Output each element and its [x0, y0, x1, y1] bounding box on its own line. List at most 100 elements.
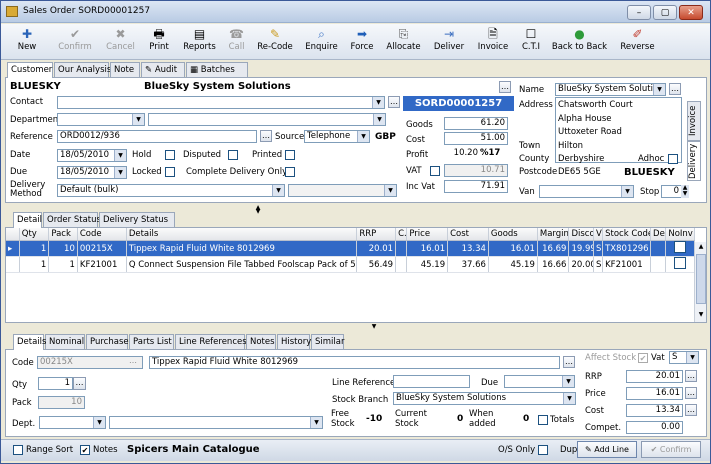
- tab-similar[interactable]: Similar: [311, 334, 344, 349]
- code-input[interactable]: 00215X: [37, 356, 143, 369]
- tab-history[interactable]: History: [277, 334, 311, 349]
- scroll-thumb[interactable]: [696, 254, 706, 304]
- printed-checkbox[interactable]: [285, 150, 295, 160]
- tab-notes[interactable]: Notes: [246, 334, 276, 349]
- scroll-down-icon[interactable]: ▼: [696, 310, 706, 320]
- reports-button[interactable]: ▤ Reports: [178, 26, 221, 58]
- column-header[interactable]: NoInv: [665, 228, 695, 241]
- scroll-up-icon[interactable]: ▲: [696, 242, 706, 252]
- splitter2-collapse-down[interactable]: ▼: [367, 323, 381, 330]
- notes-checkbox[interactable]: ✔: [80, 445, 90, 455]
- compet-input[interactable]: 0.00: [626, 421, 683, 434]
- deliver-button[interactable]: ⇥ Deliver: [428, 26, 470, 58]
- tab-batches[interactable]: ▦ Batches: [186, 62, 248, 77]
- column-header[interactable]: Cost: [447, 228, 489, 241]
- price-lookup-button[interactable]: …: [685, 387, 697, 399]
- qty-lookup-button[interactable]: …: [73, 377, 86, 390]
- splitter-collapse-down[interactable]: ▼: [251, 208, 265, 215]
- department-sub-dropdown[interactable]: ▼: [148, 113, 386, 126]
- due-date-picker[interactable]: 18/05/2010 ▼: [57, 166, 127, 179]
- reverse-button[interactable]: ✐ Reverse: [613, 26, 662, 58]
- noinv-checkbox[interactable]: [674, 241, 687, 253]
- cost-input[interactable]: 13.34: [626, 404, 683, 417]
- tab-note[interactable]: Note: [110, 62, 140, 77]
- force-button[interactable]: ➡ Force: [345, 26, 379, 58]
- address-name-dropdown[interactable]: BlueSky System Solution ▼: [555, 83, 666, 96]
- totals-checkbox[interactable]: [538, 415, 548, 425]
- column-header[interactable]: Pack: [48, 228, 78, 241]
- tab-detail[interactable]: Detail: [13, 212, 42, 228]
- new-button[interactable]: ✚ New: [5, 26, 49, 58]
- allocate-button[interactable]: ⎘ Allocate: [381, 26, 426, 58]
- re-code-button[interactable]: ✎ Re-Code: [252, 26, 298, 58]
- lines-scrollbar[interactable]: ▲ ▼: [694, 242, 706, 322]
- tab-delivery-status[interactable]: Delivery Status: [99, 212, 175, 227]
- column-header[interactable]: De: [650, 228, 667, 241]
- add-line-button[interactable]: ✎ Add Line: [577, 441, 637, 458]
- confirm-line-button[interactable]: ✔ Confirm: [641, 441, 701, 458]
- delivery-method-dropdown[interactable]: Default (bulk) ▼: [57, 184, 285, 197]
- delivery-option-dropdown[interactable]: ▼: [288, 184, 397, 197]
- department-dropdown[interactable]: ▼: [57, 113, 145, 126]
- stop-spin-arrows[interactable]: ▲ ▼: [681, 185, 689, 198]
- column-header[interactable]: Qty: [19, 228, 50, 241]
- tab-line-references[interactable]: Line References: [175, 334, 247, 349]
- range-sort-checkbox[interactable]: [13, 445, 23, 455]
- close-icon[interactable]: ✕: [679, 5, 703, 20]
- vat-checkbox[interactable]: [430, 166, 440, 176]
- tab-details[interactable]: Details: [13, 334, 46, 350]
- address-lookup-button[interactable]: …: [669, 83, 681, 95]
- tab-audit[interactable]: ✎ Audit: [141, 62, 185, 77]
- qty-input[interactable]: 1: [38, 377, 73, 390]
- column-header[interactable]: Stock Code: [602, 228, 652, 241]
- tab-parts-list[interactable]: Parts List: [129, 334, 174, 349]
- cancel-button[interactable]: ✖ Cancel: [101, 26, 140, 58]
- rrp-input[interactable]: 20.01: [626, 370, 683, 383]
- column-header[interactable]: Code: [77, 228, 127, 241]
- column-header[interactable]: Price: [406, 228, 449, 241]
- tab-nominal[interactable]: Nominal: [45, 334, 85, 349]
- code-lookup-icon[interactable]: …: [129, 356, 142, 369]
- rrp-lookup-button[interactable]: …: [685, 370, 697, 382]
- complete-delivery-checkbox[interactable]: [285, 167, 295, 177]
- row-selector[interactable]: [6, 256, 20, 273]
- column-header[interactable]: Details: [126, 228, 358, 241]
- description-lookup-button[interactable]: …: [563, 356, 575, 368]
- line-reference-input[interactable]: [393, 375, 470, 388]
- adhoc-checkbox[interactable]: [668, 154, 678, 164]
- dept-sub-dropdown[interactable]: ▼: [109, 416, 323, 429]
- contact-dropdown[interactable]: ▼: [57, 96, 385, 109]
- tab-invoice-address[interactable]: Invoice: [687, 101, 701, 141]
- due-detail-picker[interactable]: ▼: [504, 375, 575, 388]
- source-dropdown[interactable]: Telephone ▼: [304, 130, 370, 143]
- contact-lookup-button[interactable]: …: [388, 96, 400, 108]
- back-to-back-button[interactable]: ● Back to Back: [548, 26, 611, 58]
- invoice-button[interactable]: 🗎 Invoice: [472, 26, 514, 58]
- van-dropdown[interactable]: ▼: [539, 185, 634, 198]
- reference-input[interactable]: ORD0012/936: [57, 130, 257, 143]
- maximize-icon[interactable]: ▢: [653, 5, 677, 20]
- noinv-checkbox[interactable]: [674, 257, 687, 269]
- column-header[interactable]: Goods: [488, 228, 538, 241]
- c-t-i-button[interactable]: ☐ C.T.I: [516, 26, 546, 58]
- disputed-checkbox[interactable]: [228, 150, 238, 160]
- column-header[interactable]: RRP: [356, 228, 397, 241]
- print-button[interactable]: 🖶 Print: [142, 26, 176, 58]
- column-header[interactable]: Margin: [537, 228, 570, 241]
- confirm-button[interactable]: ✔ Confirm: [51, 26, 99, 58]
- row-selector[interactable]: ▸: [6, 240, 20, 257]
- locked-checkbox[interactable]: [165, 167, 175, 177]
- os-only-checkbox[interactable]: [538, 445, 548, 455]
- table-row[interactable]: 1 1 KF21001 Q Connect Suspension File Tabbe…: [6, 256, 695, 273]
- tab-delivery-address[interactable]: Delivery: [687, 141, 701, 181]
- reference-lookup-button[interactable]: …: [260, 130, 272, 142]
- account-lookup-button[interactable]: …: [499, 81, 511, 93]
- tab-purchase[interactable]: Purchase: [86, 334, 129, 349]
- column-header[interactable]: C.: [395, 228, 408, 241]
- dept-dropdown[interactable]: ▼: [39, 416, 106, 429]
- column-header[interactable]: V: [593, 228, 604, 241]
- stock-branch-dropdown[interactable]: BlueSky System Solutions ▼: [393, 392, 576, 405]
- table-row[interactable]: ▸ 1 10 00215X Tippex Rapid Fluid White 80129…: [6, 240, 695, 257]
- price-input[interactable]: 16.01: [626, 387, 683, 400]
- minimize-icon[interactable]: –: [627, 5, 651, 20]
